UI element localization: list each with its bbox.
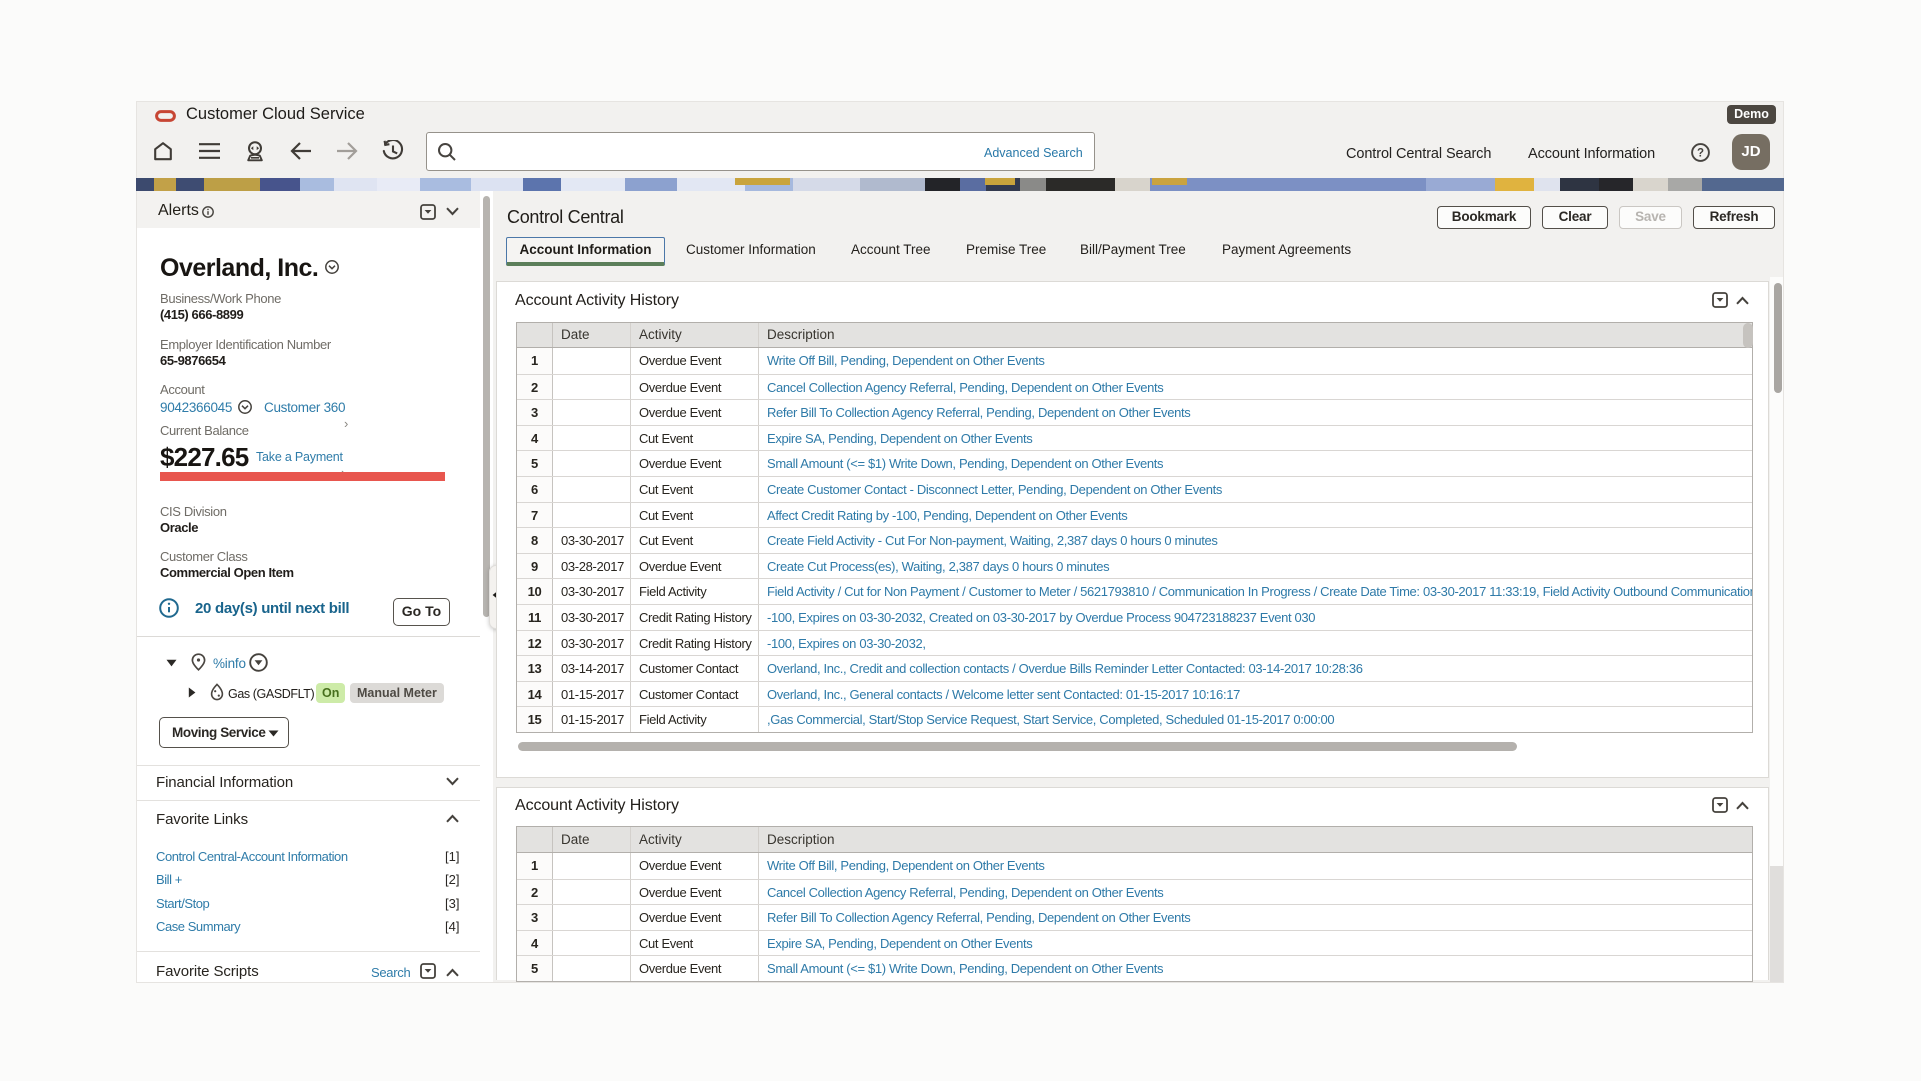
svg-text:?: ? [1697,147,1704,159]
